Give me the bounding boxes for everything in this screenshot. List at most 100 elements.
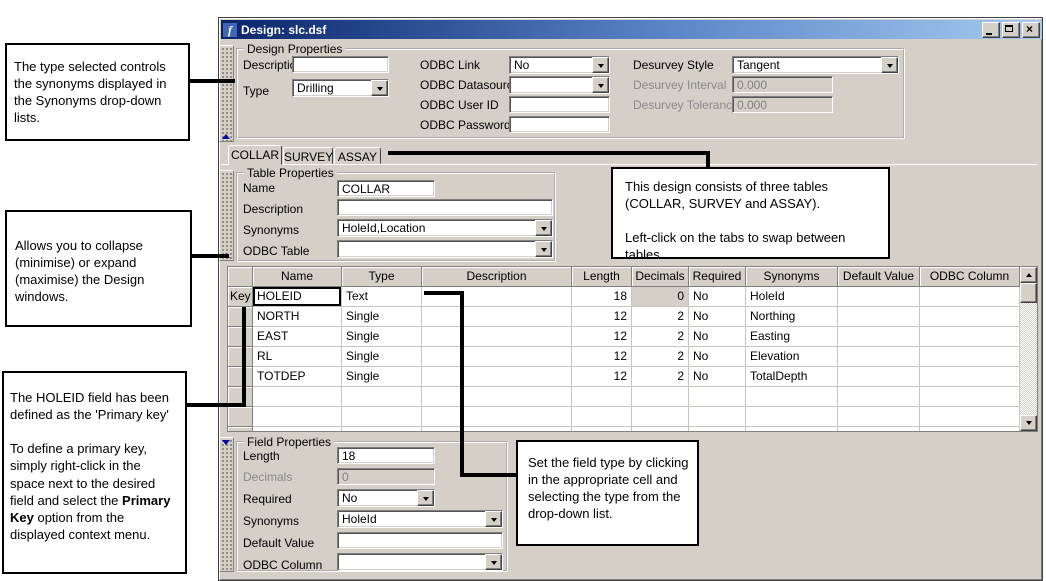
grid-cell-default-value[interactable] xyxy=(838,307,920,327)
field-length-input[interactable]: 18 xyxy=(337,447,435,464)
tab-survey[interactable]: SURVEY xyxy=(283,147,333,164)
grid-cell-decimals[interactable]: 0 xyxy=(632,287,689,307)
collapse-grip-field-properties[interactable] xyxy=(219,437,234,572)
dropdown-arrow-icon[interactable] xyxy=(417,490,434,506)
tab-assay[interactable]: ASSAY xyxy=(334,147,381,164)
grid-cell-synonyms[interactable]: HoleId xyxy=(746,287,838,307)
description-input[interactable] xyxy=(292,56,389,73)
grid-cell-type[interactable]: Text xyxy=(342,287,422,307)
dropdown-arrow-icon[interactable] xyxy=(592,77,609,93)
grid-cell-length[interactable]: 18 xyxy=(572,287,632,307)
grid-cell-decimals[interactable]: 2 xyxy=(632,327,689,347)
grid-cell-required[interactable]: No xyxy=(689,307,746,327)
minimize-button[interactable] xyxy=(982,22,1000,38)
table-row-empty xyxy=(228,407,1037,427)
grid-cell-odbc-column[interactable] xyxy=(920,367,1020,387)
odbc-link-label: ODBC Link xyxy=(420,58,480,72)
row-header[interactable] xyxy=(228,307,253,327)
grid-cell-required[interactable]: No xyxy=(689,367,746,387)
grid-cell-decimals[interactable]: 2 xyxy=(632,367,689,387)
row-header-key[interactable]: Key xyxy=(228,287,253,307)
row-header[interactable] xyxy=(228,427,253,432)
grid-cell-length[interactable]: 12 xyxy=(572,307,632,327)
scroll-up-button[interactable] xyxy=(1020,267,1037,283)
grid-cell-decimals[interactable]: 2 xyxy=(632,307,689,327)
grid-cell-required[interactable]: No xyxy=(689,347,746,367)
scroll-down-button[interactable] xyxy=(1020,415,1037,431)
tab-collar[interactable]: COLLAR xyxy=(228,145,282,165)
grid-cell-length[interactable]: 12 xyxy=(572,367,632,387)
grid-cell-description[interactable] xyxy=(422,307,572,327)
row-header[interactable] xyxy=(228,367,253,387)
dropdown-arrow-icon[interactable] xyxy=(881,57,898,73)
annotation-set-field-type: Set the field type by clicking in the ap… xyxy=(516,440,699,546)
grid-cell-description[interactable] xyxy=(422,347,572,367)
table-row-empty xyxy=(228,387,1037,407)
grid-cell-synonyms[interactable]: Easting xyxy=(746,327,838,347)
grid-cell-name[interactable]: EAST xyxy=(253,327,342,347)
table-row: TOTDEP Single 12 2 No TotalDepth xyxy=(228,367,1037,387)
grid-cell-length[interactable]: 12 xyxy=(572,347,632,367)
grid-cell-type[interactable]: Single xyxy=(342,327,422,347)
odbc-password-input[interactable] xyxy=(509,116,610,133)
grid-cell-length[interactable]: 12 xyxy=(572,327,632,347)
dropdown-arrow-icon[interactable] xyxy=(371,80,388,96)
desurvey-interval-input: 0.000 xyxy=(732,76,833,93)
grid-cell-description[interactable] xyxy=(422,327,572,347)
connector-collapse-grip xyxy=(191,254,229,258)
close-button[interactable] xyxy=(1022,22,1040,38)
field-odbc-column-combobox[interactable] xyxy=(337,553,503,571)
grid-cell-default-value[interactable] xyxy=(838,287,920,307)
grid-cell-odbc-column[interactable] xyxy=(920,347,1020,367)
grid-cell-required[interactable]: No xyxy=(689,287,746,307)
collapse-grip-design-properties[interactable] xyxy=(219,45,234,142)
type-combobox[interactable]: Drilling xyxy=(292,79,389,97)
grid-cell-odbc-column[interactable] xyxy=(920,307,1020,327)
dropdown-arrow-icon[interactable] xyxy=(485,554,502,570)
grid-cell-synonyms[interactable]: TotalDepth xyxy=(746,367,838,387)
grid-cell-name[interactable]: TOTDEP xyxy=(253,367,342,387)
grid-cell-odbc-column[interactable] xyxy=(920,327,1020,347)
dropdown-arrow-icon[interactable] xyxy=(535,241,552,257)
grid-cell-description[interactable] xyxy=(422,367,572,387)
dropdown-arrow-icon[interactable] xyxy=(535,220,552,236)
grid-cell-synonyms[interactable]: Elevation xyxy=(746,347,838,367)
table-name-input[interactable]: COLLAR xyxy=(337,180,435,197)
grid-cell-type[interactable]: Single xyxy=(342,307,422,327)
grid-cell-name[interactable]: NORTH xyxy=(253,307,342,327)
table-description-input[interactable] xyxy=(337,199,553,216)
odbc-user-id-input[interactable] xyxy=(509,96,610,113)
grid-cell-synonyms[interactable]: Northing xyxy=(746,307,838,327)
maximize-button[interactable] xyxy=(1002,22,1020,38)
connector-tabs-h xyxy=(388,151,710,155)
collapse-grip-table-properties[interactable] xyxy=(219,170,234,261)
field-required-combobox[interactable]: No xyxy=(337,489,435,507)
table-synonyms-combobox[interactable]: HoleId,Location xyxy=(337,219,553,237)
grid-cell-name[interactable]: RL xyxy=(253,347,342,367)
vertical-scrollbar[interactable] xyxy=(1020,267,1037,431)
field-synonyms-combobox[interactable]: HoleId xyxy=(337,510,503,528)
field-default-value-input[interactable] xyxy=(337,532,503,549)
row-header[interactable] xyxy=(228,407,253,427)
grid-cell-required[interactable]: No xyxy=(689,327,746,347)
grid-cell-name[interactable]: HOLEID xyxy=(253,287,342,307)
column-header-default-value: Default Value xyxy=(838,267,920,287)
grid-cell-type[interactable]: Single xyxy=(342,347,422,367)
grid-cell-default-value[interactable] xyxy=(838,327,920,347)
grid-cell-type[interactable]: Single xyxy=(342,367,422,387)
scrollbar-thumb[interactable] xyxy=(1020,283,1037,303)
odbc-datasource-combobox[interactable] xyxy=(509,76,610,94)
grid-cell-description[interactable] xyxy=(422,287,572,307)
odbc-link-combobox[interactable]: No xyxy=(509,56,610,74)
grid-cell-default-value[interactable] xyxy=(838,347,920,367)
desurvey-style-combobox[interactable]: Tangent xyxy=(732,56,899,74)
dropdown-arrow-icon[interactable] xyxy=(485,511,502,527)
grid-cell-odbc-column[interactable] xyxy=(920,287,1020,307)
grid-cell-decimals[interactable]: 2 xyxy=(632,347,689,367)
row-header[interactable] xyxy=(228,347,253,367)
dropdown-arrow-icon[interactable] xyxy=(592,57,609,73)
grid-cell-default-value[interactable] xyxy=(838,367,920,387)
odbc-table-combobox[interactable] xyxy=(337,240,553,258)
row-header[interactable] xyxy=(228,327,253,347)
title-bar[interactable]: f Design: slc.dsf xyxy=(221,20,1042,39)
